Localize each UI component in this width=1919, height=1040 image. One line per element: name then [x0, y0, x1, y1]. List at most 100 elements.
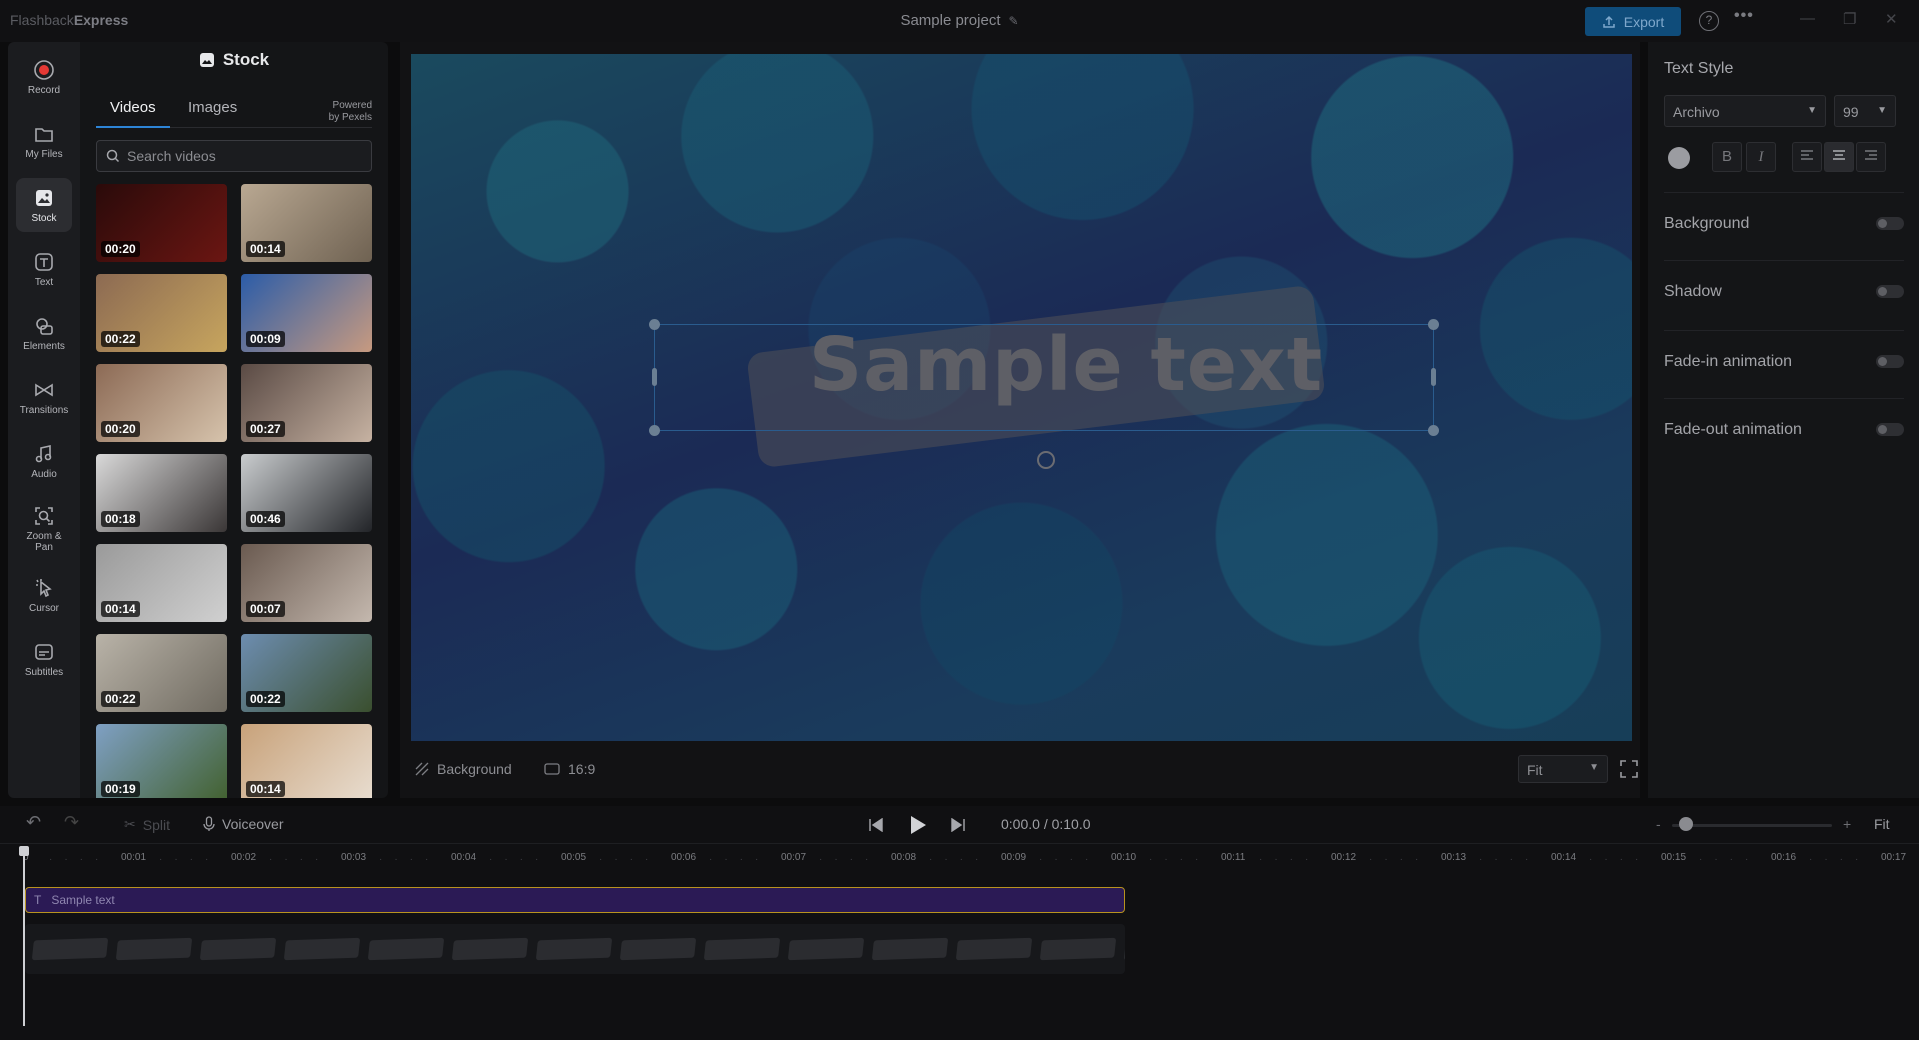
resize-handle-top-right[interactable]	[1428, 319, 1439, 330]
rail-item-stock[interactable]: Stock	[16, 178, 72, 232]
fade-out-toggle-row: Fade-out animation	[1664, 398, 1904, 458]
text-color-picker[interactable]	[1664, 142, 1694, 172]
zoom-fit-select[interactable]: Fit ▼	[1518, 755, 1608, 783]
ruler-minor-ticks: ····	[1369, 854, 1431, 865]
resize-handle-right[interactable]	[1431, 368, 1436, 386]
align-right-button[interactable]	[1856, 142, 1886, 172]
ruler-tick-label: 00:17	[1881, 852, 1907, 863]
time-ruler[interactable]: 0 ···· 00:01 ···· 00:02 ···· 00:03 ···· 00:04 ···…	[23, 852, 1906, 876]
video-duration: 00:20	[101, 241, 140, 257]
video-thumbnail[interactable]: 00:14	[96, 544, 227, 622]
export-button[interactable]: Export	[1585, 7, 1681, 36]
video-thumbnail[interactable]: 00:22	[241, 634, 372, 712]
skip-forward-icon[interactable]	[950, 818, 966, 832]
search-icon	[106, 149, 120, 163]
background-button[interactable]: Background	[415, 761, 512, 777]
rail-item-text[interactable]: Text	[16, 242, 72, 296]
bold-button[interactable]: B	[1712, 142, 1742, 172]
video-thumbnail[interactable]: 00:27	[241, 364, 372, 442]
chevron-down-icon: ▼	[1807, 105, 1817, 116]
maximize-icon[interactable]: ❐	[1843, 10, 1856, 28]
video-thumbnail[interactable]: 00:22	[96, 634, 227, 712]
video-thumbnail[interactable]: 00:20	[96, 184, 227, 262]
rail-item-audio[interactable]: Audio	[16, 434, 72, 488]
text-clip[interactable]: T Sample text	[25, 887, 1125, 913]
video-thumbnail[interactable]: 00:07	[241, 544, 372, 622]
background-clip[interactable]	[25, 924, 1125, 974]
rail-item-zoom-pan[interactable]: Zoom & Pan	[16, 498, 72, 560]
zoom-slider-handle[interactable]	[1679, 817, 1693, 831]
ruler-minor-ticks: ····	[1149, 854, 1211, 865]
stock-panel: Stock Videos Images Powered by Pexels 00…	[80, 42, 388, 798]
project-name[interactable]: Sample project	[900, 12, 1000, 29]
clip-frame-thumbnail	[1123, 937, 1125, 961]
resize-handle-bottom-left[interactable]	[649, 425, 660, 436]
rail-item-elements[interactable]: Elements	[16, 306, 72, 360]
time-display: 0:00.0 / 0:10.0	[1001, 816, 1091, 832]
minimize-icon[interactable]: —	[1800, 10, 1815, 27]
play-icon[interactable]	[909, 815, 927, 835]
subtitles-icon	[35, 643, 53, 660]
undo-icon[interactable]: ↶	[26, 812, 41, 833]
skip-back-icon[interactable]	[868, 818, 884, 832]
more-options-icon[interactable]: •••	[1734, 7, 1754, 25]
fade-in-toggle[interactable]	[1876, 355, 1904, 368]
rotate-handle-icon[interactable]	[1037, 451, 1055, 469]
fullscreen-icon[interactable]	[1619, 759, 1639, 779]
timeline-fit-button[interactable]: Fit	[1874, 816, 1890, 832]
tab-images[interactable]: Images	[174, 98, 251, 128]
preview-area: Sample text Background 16:9 Fit ▼	[400, 42, 1640, 798]
selection-box[interactable]	[649, 319, 1439, 436]
ruler-tick-label: 00:01	[121, 852, 147, 863]
help-icon[interactable]: ?	[1699, 11, 1719, 31]
rail-item-record[interactable]: Record	[16, 50, 72, 104]
powered-by-pexels[interactable]: Powered by Pexels	[329, 100, 372, 124]
playhead[interactable]	[19, 846, 29, 1026]
zoom-slider-track[interactable]	[1672, 824, 1832, 827]
rail-item-transitions[interactable]: Transitions	[16, 370, 72, 424]
split-button[interactable]: ✂ Split	[124, 816, 170, 833]
clip-frame-thumbnail	[283, 937, 361, 961]
resize-handle-top-left[interactable]	[649, 319, 660, 330]
align-center-button[interactable]	[1824, 142, 1854, 172]
fade-out-toggle[interactable]	[1876, 423, 1904, 436]
ruler-tick-label: 00:14	[1551, 852, 1577, 863]
ruler-tick-label: 00:09	[1001, 852, 1027, 863]
font-size-select[interactable]: 99 ▼	[1834, 95, 1896, 127]
video-thumbnail[interactable]: 00:46	[241, 454, 372, 532]
rail-item-my-files[interactable]: My Files	[16, 114, 72, 168]
italic-button[interactable]: I	[1746, 142, 1776, 172]
scissors-icon: ✂	[124, 816, 136, 832]
search-input[interactable]	[127, 141, 367, 171]
clip-frame-thumbnail	[451, 937, 529, 961]
voiceover-button[interactable]: Voiceover	[203, 816, 283, 832]
rail-item-subtitles[interactable]: Subtitles	[16, 632, 72, 686]
zoom-out-button[interactable]: -	[1656, 816, 1661, 832]
close-icon[interactable]: ✕	[1885, 10, 1898, 28]
aspect-ratio-button[interactable]: 16:9	[544, 761, 595, 777]
redo-icon[interactable]: ↷	[64, 812, 79, 833]
video-thumbnail[interactable]: 00:14	[241, 184, 372, 262]
video-thumbnail[interactable]: 00:09	[241, 274, 372, 352]
zoom-in-button[interactable]: +	[1843, 816, 1851, 832]
rail-item-cursor[interactable]: Cursor	[16, 568, 72, 622]
video-duration: 00:07	[246, 601, 285, 617]
ruler-minor-ticks: ····	[1259, 854, 1321, 865]
resize-handle-bottom-right[interactable]	[1428, 425, 1439, 436]
video-thumbnail[interactable]: 00:19	[96, 724, 227, 798]
shadow-toggle[interactable]	[1876, 285, 1904, 298]
background-toggle[interactable]	[1876, 217, 1904, 230]
font-family-select[interactable]: Archivo ▼	[1664, 95, 1826, 127]
video-thumbnail[interactable]: 00:18	[96, 454, 227, 532]
tab-videos[interactable]: Videos	[96, 98, 170, 128]
video-canvas[interactable]: Sample text	[411, 54, 1632, 741]
pencil-icon[interactable]: ✎	[1009, 14, 1019, 28]
cursor-icon	[36, 578, 52, 597]
video-thumbnail[interactable]: 00:14	[241, 724, 372, 798]
align-left-button[interactable]	[1792, 142, 1822, 172]
ruler-minor-ticks: ····	[1479, 854, 1541, 865]
video-thumbnail[interactable]: 00:22	[96, 274, 227, 352]
stock-header: Stock	[80, 42, 388, 78]
resize-handle-left[interactable]	[652, 368, 657, 386]
video-thumbnail[interactable]: 00:20	[96, 364, 227, 442]
